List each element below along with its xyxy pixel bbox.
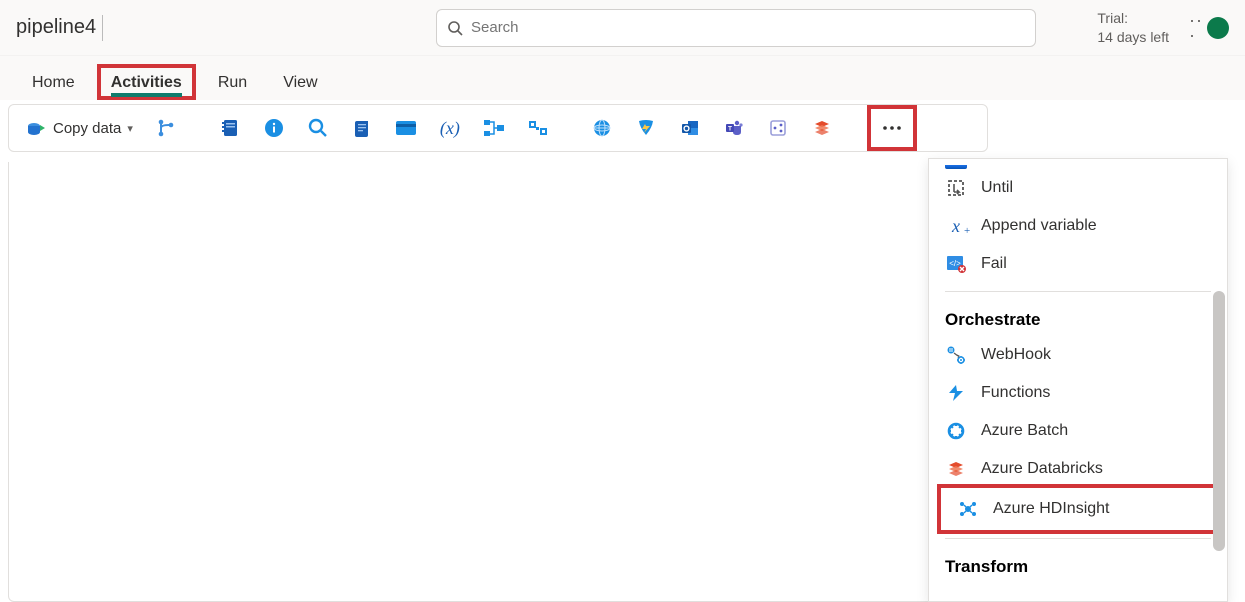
scrollbar-thumb[interactable]: [1213, 291, 1225, 551]
fail-label: Fail: [981, 255, 1007, 273]
functions-icon: [945, 382, 967, 404]
script-icon: [351, 117, 373, 139]
append-var-icon: x+: [945, 215, 967, 237]
webhook-label: WebHook: [981, 346, 1051, 364]
trial-status: Trial: 14 days left: [1097, 9, 1169, 45]
webhook-icon: [945, 344, 967, 366]
azure-databricks-icon: [945, 458, 967, 480]
top-bar: pipeline4 Trial: 14 days left ···: [0, 0, 1245, 56]
azure-batch-label: Azure Batch: [981, 422, 1068, 440]
azure-hdinsight-label: Azure HDInsight: [993, 500, 1110, 518]
branch-button[interactable]: [147, 111, 185, 145]
power-query-button[interactable]: [627, 111, 665, 145]
outlook-icon: [679, 117, 701, 139]
copy-data-icon: [25, 117, 47, 139]
card-icon: [395, 117, 417, 139]
magnifier-icon: [307, 117, 329, 139]
fail-item[interactable]: </> Fail: [929, 245, 1227, 283]
outlook-button[interactable]: [671, 111, 709, 145]
append-var-item[interactable]: x+ Append variable: [929, 207, 1227, 245]
functions-label: Functions: [981, 384, 1050, 402]
databricks-button[interactable]: [803, 111, 841, 145]
databricks-icon: [811, 117, 833, 139]
variable-button[interactable]: (x): [431, 111, 469, 145]
tab-view[interactable]: View: [269, 64, 331, 100]
branch-icon: [155, 117, 177, 139]
chevron-down-icon: ▾: [127, 122, 133, 135]
search-box[interactable]: [436, 9, 1036, 47]
dataflow-icon: [483, 117, 505, 139]
tab-run[interactable]: Run: [204, 64, 261, 100]
divider: [945, 538, 1211, 539]
svg-text:T: T: [728, 126, 732, 133]
notebook-icon: [219, 117, 241, 139]
more-icon: [881, 117, 903, 139]
functions-item[interactable]: Functions: [929, 374, 1227, 412]
azure-databricks-label: Azure Databricks: [981, 460, 1103, 478]
search-input[interactable]: [471, 19, 1025, 36]
tab-activities[interactable]: Activities: [111, 74, 182, 97]
copy-data-button[interactable]: Copy data ▾: [17, 111, 141, 145]
azure-batch-icon: [945, 420, 967, 442]
azure-hdinsight-item[interactable]: Azure HDInsight: [941, 490, 1219, 528]
fail-icon: </>: [945, 253, 967, 275]
pipeline-canvas[interactable]: [8, 162, 934, 602]
info-button[interactable]: [255, 111, 293, 145]
until-item[interactable]: Until: [929, 169, 1227, 207]
webhook-item[interactable]: WebHook: [929, 336, 1227, 374]
user-avatar[interactable]: [1207, 17, 1229, 39]
tab-bar: Home Activities Run View: [0, 56, 1245, 100]
web-button[interactable]: [583, 111, 621, 145]
info-icon: [263, 117, 285, 139]
transform-header: Transform: [929, 547, 1227, 583]
divider: [945, 291, 1211, 292]
pipeline-title: pipeline4: [16, 16, 96, 39]
teams-button[interactable]: T: [715, 111, 753, 145]
tab-home[interactable]: Home: [18, 64, 89, 100]
dataflow-button[interactable]: [475, 111, 513, 145]
lookup-button[interactable]: [299, 111, 337, 145]
activities-dropdown: Until x+ Append variable </> Fail Orches…: [928, 158, 1228, 602]
globe-icon: [591, 117, 613, 139]
pipeline-icon: [527, 117, 549, 139]
power-query-icon: [635, 117, 657, 139]
until-icon: [945, 177, 967, 199]
notebook-button[interactable]: [211, 111, 249, 145]
pipeline-button[interactable]: [519, 111, 557, 145]
copy-data-label: Copy data: [53, 120, 121, 137]
ml-icon: [767, 117, 789, 139]
azure-hdinsight-icon: [957, 498, 979, 520]
variable-icon: (x): [439, 117, 461, 139]
teams-icon: T: [723, 117, 745, 139]
until-label: Until: [981, 179, 1013, 197]
script-button[interactable]: [343, 111, 381, 145]
card-button[interactable]: [387, 111, 425, 145]
azure-databricks-item[interactable]: Azure Databricks: [929, 450, 1227, 488]
dropdown-scrollbar[interactable]: [1213, 161, 1225, 599]
append-var-label: Append variable: [981, 217, 1097, 235]
settings-dots-icon[interactable]: ···: [1189, 13, 1203, 42]
title-cursor: [102, 15, 103, 41]
activity-toolbar: Copy data ▾ (x) T: [8, 104, 988, 152]
ml-button[interactable]: [759, 111, 797, 145]
search-icon: [447, 20, 463, 36]
azure-batch-item[interactable]: Azure Batch: [929, 412, 1227, 450]
more-activities-button[interactable]: [873, 111, 911, 145]
orchestrate-header: Orchestrate: [929, 300, 1227, 336]
